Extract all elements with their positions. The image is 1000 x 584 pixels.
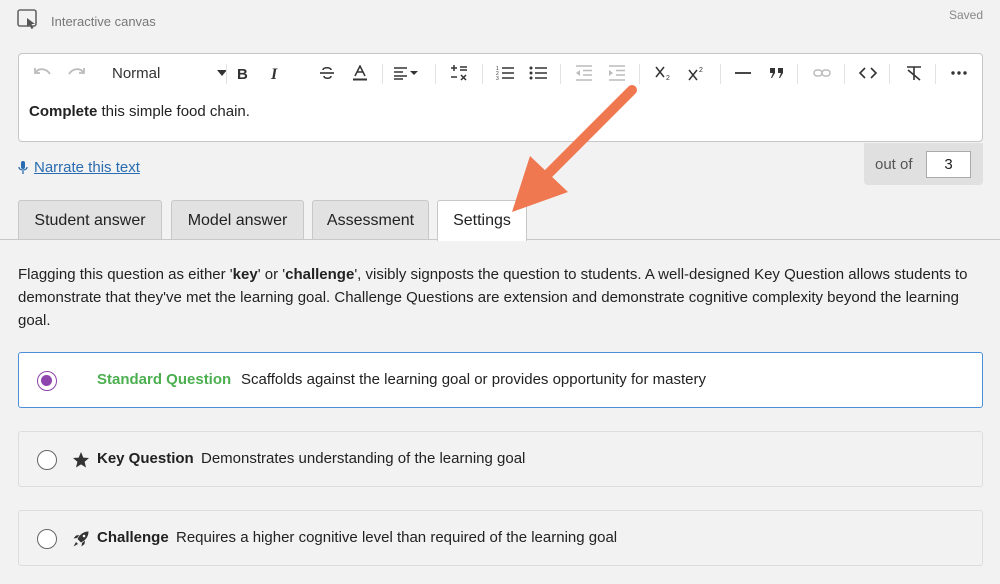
strikethrough-icon [320,66,334,80]
editor-content[interactable]: Complete this simple food chain. [29,103,250,120]
clear-formatting-icon [907,66,921,81]
format-value: Normal [112,64,161,82]
settings-description: Flagging this question as either 'key' o… [18,263,978,332]
toolbar-divider [435,64,436,84]
outdent-icon [576,65,592,81]
tab-settings[interactable]: Settings [437,200,527,241]
toolbar-divider [226,64,227,84]
option-title: Key Question [97,450,194,467]
option-challenge[interactable]: Challenge Requires a higher cognitive le… [18,510,983,566]
numbered-list-icon: 123 [496,66,514,81]
clear-formatting-button[interactable] [903,61,925,85]
bullet-list-button[interactable] [527,61,549,85]
option-standard-question[interactable]: Standard Question Scaffolds against the … [18,352,983,408]
option-title: Standard Question [97,371,232,388]
option-description: Scaffolds against the learning goal or p… [241,371,706,388]
text-color-icon [353,65,367,81]
undo-button[interactable] [31,61,55,85]
more-options-button[interactable] [948,61,970,85]
interactive-canvas-icon [17,9,41,33]
svg-text:I: I [270,66,278,80]
redo-icon [68,68,85,75]
blockquote-button[interactable] [766,61,788,85]
option-description: Requires a higher cognitive level than r… [176,529,618,546]
desc-key: key [232,266,258,283]
svg-text:2: 2 [666,75,670,81]
svg-text:3: 3 [496,76,499,81]
bold-button[interactable]: B [231,61,253,85]
undo-icon [34,68,51,75]
toolbar-divider [935,64,936,84]
star-icon [73,452,89,468]
editor-text: this simple food chain. [97,103,250,120]
horizontal-rule-button[interactable] [732,61,754,85]
align-button[interactable] [391,61,421,85]
radio-standard[interactable] [37,371,57,391]
horizontal-rule-icon [735,72,751,74]
rocket-icon [73,531,89,547]
header: Interactive canvas Saved [0,0,1000,48]
insert-math-button[interactable] [448,61,470,85]
link-button[interactable] [811,61,833,85]
toolbar-divider [560,64,561,84]
toolbar-divider [797,64,798,84]
toolbar-divider [844,64,845,84]
redo-button[interactable] [64,61,88,85]
toolbar-divider [382,64,383,84]
narrate-link-text[interactable]: Narrate this text [34,159,140,176]
superscript-button[interactable]: 2 [686,61,708,85]
out-of-label: out of [875,156,913,173]
desc-text: Flagging this question as either ' [18,266,233,283]
paragraph-format-select[interactable]: Normal [109,61,233,85]
toolbar-divider [720,64,721,84]
bold-icon: B [237,66,248,80]
editor-bold-text: Complete [29,103,98,120]
code-button[interactable] [857,61,879,85]
desc-text: ' or ' [257,266,286,283]
align-left-icon [394,67,418,80]
option-description: Demonstrates understanding of the learni… [201,450,526,467]
option-title: Challenge [97,529,169,546]
toolbar-divider [639,64,640,84]
italic-icon: I [270,66,278,80]
numbered-list-button[interactable]: 123 [494,61,516,85]
svg-text:2: 2 [699,67,703,74]
desc-challenge: challenge [285,266,355,283]
tab-student-answer[interactable]: Student answer [18,200,162,240]
link-icon [813,69,831,77]
bullet-list-icon [529,66,547,80]
indent-button[interactable] [606,61,628,85]
superscript-icon: 2 [688,67,703,81]
settings-panel: Flagging this question as either 'key' o… [0,240,1000,584]
quote-icon [770,68,783,78]
toolbar-divider [889,64,890,84]
indent-icon [609,65,625,81]
tab-model-answer[interactable]: Model answer [171,200,304,240]
tab-bar: Student answer Model answer Assessment S… [0,200,1000,241]
rich-text-editor[interactable]: Normal B I 123 2 2 Complete this simple … [18,53,983,142]
text-color-button[interactable] [349,61,371,85]
outdent-button[interactable] [573,61,595,85]
subscript-button[interactable]: 2 [653,61,675,85]
math-operations-icon [451,65,467,81]
score-panel: out of [864,143,983,185]
svg-text:B: B [237,66,248,80]
subscript-icon: 2 [655,66,670,81]
editor-toolbar: Normal B I 123 2 2 [19,54,982,92]
canvas-label: Interactive canvas [51,14,156,29]
italic-button[interactable]: I [264,61,286,85]
radio-challenge[interactable] [37,529,57,549]
microphone-icon [18,160,28,174]
tab-assessment[interactable]: Assessment [312,200,429,240]
option-key-question[interactable]: Key Question Demonstrates understanding … [18,431,983,487]
code-icon [859,67,877,79]
max-score-input[interactable] [926,151,971,178]
saved-status: Saved [948,8,983,22]
radio-key[interactable] [37,450,57,470]
strikethrough-button[interactable] [316,61,338,85]
narrate-link[interactable]: Narrate this text [18,159,140,176]
toolbar-divider [482,64,483,84]
ellipsis-icon [951,71,967,75]
